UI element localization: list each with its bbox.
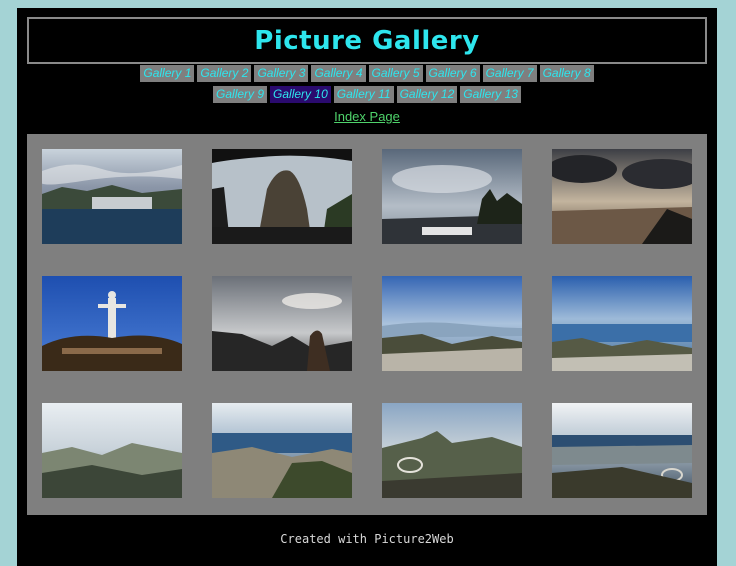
photo-copacabana xyxy=(212,403,352,498)
gallery-link-9[interactable]: Gallery 9 xyxy=(213,86,268,103)
thumbnail-3[interactable] xyxy=(382,149,522,244)
photo-rio-aerial-2 xyxy=(552,276,692,371)
thumbnail-8[interactable] xyxy=(552,276,692,371)
photo-sugarloaf xyxy=(212,149,352,244)
thumbnail-grid xyxy=(27,134,707,515)
index-link-wrap: Index Page xyxy=(17,106,717,125)
thumbnail-2[interactable] xyxy=(212,149,352,244)
photo-cloudy-overlook xyxy=(382,149,522,244)
gallery-link-10-active[interactable]: Gallery 10 xyxy=(270,86,331,103)
photo-silhouette-view xyxy=(212,276,352,371)
thumbnail-4[interactable] xyxy=(552,149,692,244)
thumbnail-7[interactable] xyxy=(382,276,522,371)
gallery-link-1[interactable]: Gallery 1 xyxy=(140,65,195,82)
gallery-link-8[interactable]: Gallery 8 xyxy=(539,65,594,82)
gallery-link-6[interactable]: Gallery 6 xyxy=(425,65,480,82)
thumbnail-1[interactable] xyxy=(42,149,182,244)
thumbnail-9[interactable] xyxy=(42,403,182,498)
thumbnail-12[interactable] xyxy=(552,403,692,498)
gallery-page: Picture Gallery Gallery 1 Gallery 2 Gall… xyxy=(17,8,717,566)
gallery-link-11[interactable]: Gallery 11 xyxy=(333,86,394,103)
thumbnail-10[interactable] xyxy=(212,403,352,498)
gallery-link-7[interactable]: Gallery 7 xyxy=(482,65,537,82)
photo-rio-aerial-1 xyxy=(382,276,522,371)
gallery-nav-row-2: Gallery 9 Gallery 10 Gallery 11 Gallery … xyxy=(17,86,717,103)
gallery-link-3[interactable]: Gallery 3 xyxy=(254,65,309,82)
gallery-link-2[interactable]: Gallery 2 xyxy=(197,65,252,82)
photo-dusk-clouds xyxy=(552,149,692,244)
gallery-link-5[interactable]: Gallery 5 xyxy=(368,65,423,82)
title-banner: Picture Gallery xyxy=(27,17,707,64)
thumbnail-6[interactable] xyxy=(212,276,352,371)
photo-bay-city xyxy=(42,149,182,244)
photo-hazy-valley xyxy=(42,403,182,498)
thumbnail-11[interactable] xyxy=(382,403,522,498)
gallery-nav-row-1: Gallery 1 Gallery 2 Gallery 3 Gallery 4 … xyxy=(17,65,717,82)
gallery-link-13[interactable]: Gallery 13 xyxy=(460,86,521,103)
photo-lagoon-view xyxy=(552,403,692,498)
page-title: Picture Gallery xyxy=(254,25,480,56)
footer-credit: Created with Picture2Web xyxy=(280,532,454,546)
photo-lagoon-racecourse xyxy=(382,403,522,498)
thumbnail-5[interactable] xyxy=(42,276,182,371)
photo-christ-statue xyxy=(42,276,182,371)
gallery-link-4[interactable]: Gallery 4 xyxy=(311,65,366,82)
index-page-link[interactable]: Index Page xyxy=(334,109,400,124)
gallery-link-12[interactable]: Gallery 12 xyxy=(396,86,458,103)
